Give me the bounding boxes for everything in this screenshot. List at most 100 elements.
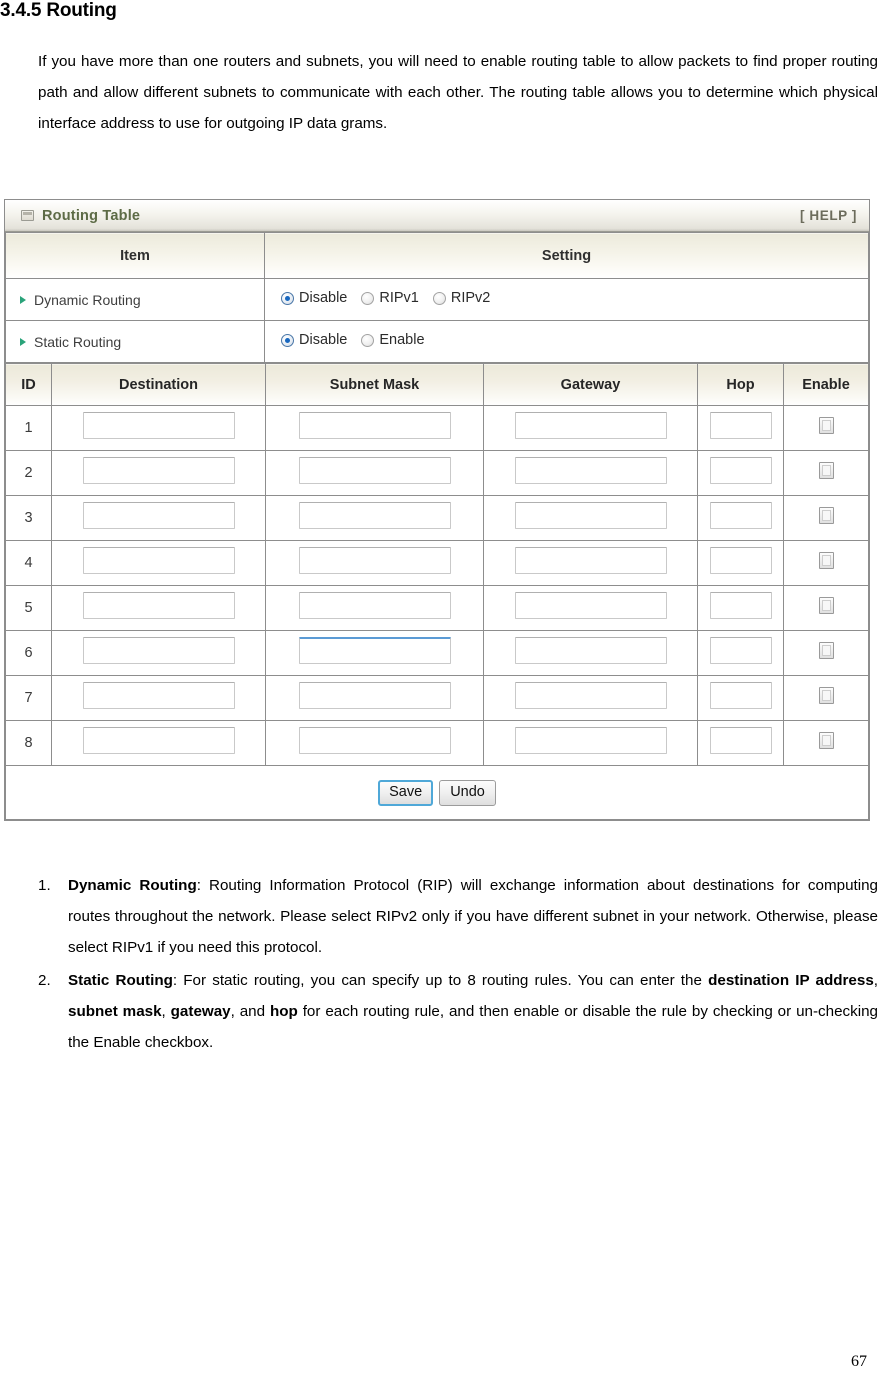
radio-dot-icon[interactable]: [361, 291, 375, 305]
rule-id: 2: [5, 450, 52, 496]
hop-input[interactable]: [709, 592, 772, 619]
subnet-mask-input[interactable]: [298, 502, 451, 529]
rules-header-row: ID Destination Subnet Mask Gateway Hop E…: [5, 363, 869, 406]
radio-dot-icon[interactable]: [281, 291, 294, 305]
rule-id: 3: [5, 495, 52, 541]
hop-input[interactable]: [709, 682, 772, 709]
gateway-input[interactable]: [514, 412, 667, 439]
hop-input[interactable]: [709, 547, 772, 574]
subnet-mask-input[interactable]: [298, 637, 451, 664]
gateway-input[interactable]: [514, 682, 667, 709]
panel-title: Routing Table: [42, 207, 141, 224]
help-link[interactable]: [ HELP ]: [800, 208, 857, 223]
rules-header-id: ID: [5, 363, 52, 406]
intro-paragraph: If you have more than one routers and su…: [38, 53, 878, 132]
gateway-input[interactable]: [514, 592, 667, 619]
radio-dot-icon[interactable]: [432, 291, 446, 305]
destination-input[interactable]: [82, 412, 235, 439]
cell-hop: [697, 585, 784, 631]
destination-input[interactable]: [82, 457, 235, 484]
table-row: 2: [5, 450, 869, 496]
destination-input[interactable]: [82, 592, 235, 619]
radio-static-enable[interactable]: Enable: [361, 332, 425, 349]
radio-dot-icon[interactable]: [281, 333, 294, 347]
label-dynamic-routing: Dynamic Routing: [5, 278, 265, 321]
cell-destination: [51, 585, 266, 631]
subnet-mask-input[interactable]: [298, 412, 451, 439]
routing-table-panel: Routing Table [ HELP ] Item Setting Dyna…: [4, 199, 870, 821]
list-item-body: Static Routing: For static routing, you …: [68, 965, 878, 1058]
cell-gateway: [483, 495, 698, 541]
subnet-mask-input[interactable]: [298, 727, 451, 754]
destination-input[interactable]: [82, 727, 235, 754]
hop-input[interactable]: [709, 637, 772, 664]
rule-id: 5: [5, 585, 52, 631]
rule-id: 4: [5, 540, 52, 586]
radio-static-disable[interactable]: Disable: [281, 332, 347, 348]
subnet-mask-input[interactable]: [298, 682, 451, 709]
emphasis-text: Dynamic Routing: [68, 877, 197, 894]
radio-dynamic-ripv2[interactable]: RIPv2: [432, 290, 491, 307]
page-title: 3.4.5 Routing: [0, 0, 117, 21]
actions-row: Save Undo: [5, 765, 869, 820]
cell-hop: [697, 675, 784, 721]
cell-subnet-mask: [265, 585, 484, 631]
label-static-routing: Static Routing: [5, 320, 265, 363]
settings-header-item: Item: [5, 232, 265, 279]
body-text: ,: [161, 1003, 171, 1020]
settings-table: Item Setting Dynamic Routing Disable RIPv…: [5, 232, 869, 363]
table-row: 8: [5, 720, 869, 766]
radio-dot-icon[interactable]: [361, 333, 375, 347]
cell-hop: [697, 540, 784, 586]
bullet-arrow-icon: [20, 337, 26, 346]
enable-checkbox[interactable]: [818, 507, 834, 524]
destination-input[interactable]: [82, 502, 235, 529]
radio-dynamic-disable[interactable]: Disable: [281, 290, 347, 306]
table-row: 4: [5, 540, 869, 586]
cell-destination: [51, 405, 266, 451]
cell-enable: [783, 495, 869, 541]
table-row: 7: [5, 675, 869, 721]
hop-input[interactable]: [709, 502, 772, 529]
enable-checkbox[interactable]: [818, 732, 834, 749]
notes-list: 1. Dynamic Routing: Routing Information P…: [38, 870, 878, 1060]
rule-id: 8: [5, 720, 52, 766]
cell-gateway: [483, 450, 698, 496]
hop-input[interactable]: [709, 727, 772, 754]
save-button[interactable]: Save: [378, 779, 434, 806]
destination-input[interactable]: [82, 682, 235, 709]
radio-dynamic-ripv1[interactable]: RIPv1: [361, 290, 419, 306]
radio-label: RIPv2: [450, 290, 491, 307]
panel-header: Routing Table [ HELP ]: [5, 200, 869, 232]
gateway-input[interactable]: [514, 502, 667, 529]
enable-checkbox[interactable]: [818, 552, 834, 569]
enable-checkbox[interactable]: [818, 642, 834, 659]
radio-label: Disable: [299, 332, 348, 349]
undo-button[interactable]: Undo: [439, 779, 496, 806]
subnet-mask-input[interactable]: [298, 547, 451, 574]
enable-checkbox[interactable]: [818, 597, 834, 614]
cell-destination: [51, 495, 266, 541]
enable-checkbox[interactable]: [818, 687, 834, 704]
enable-checkbox[interactable]: [818, 417, 834, 434]
setting-static-routing: Disable Enable: [264, 320, 869, 363]
destination-input[interactable]: [82, 637, 235, 664]
subnet-mask-input[interactable]: [298, 592, 451, 619]
rules-body: 12345678: [5, 405, 869, 766]
list-item-number: 1.: [38, 877, 51, 894]
cell-subnet-mask: [265, 630, 484, 676]
radio-label: Enable: [379, 332, 425, 349]
destination-input[interactable]: [82, 547, 235, 574]
hop-input[interactable]: [709, 457, 772, 484]
radio-label: RIPv1: [379, 290, 419, 307]
gateway-input[interactable]: [514, 457, 667, 484]
gateway-input[interactable]: [514, 547, 667, 574]
enable-checkbox[interactable]: [818, 462, 834, 479]
rules-header-enable: Enable: [783, 363, 869, 406]
gateway-input[interactable]: [514, 637, 667, 664]
subnet-mask-input[interactable]: [298, 457, 451, 484]
cell-enable: [783, 450, 869, 496]
cell-destination: [51, 540, 266, 586]
gateway-input[interactable]: [514, 727, 667, 754]
hop-input[interactable]: [709, 412, 772, 439]
